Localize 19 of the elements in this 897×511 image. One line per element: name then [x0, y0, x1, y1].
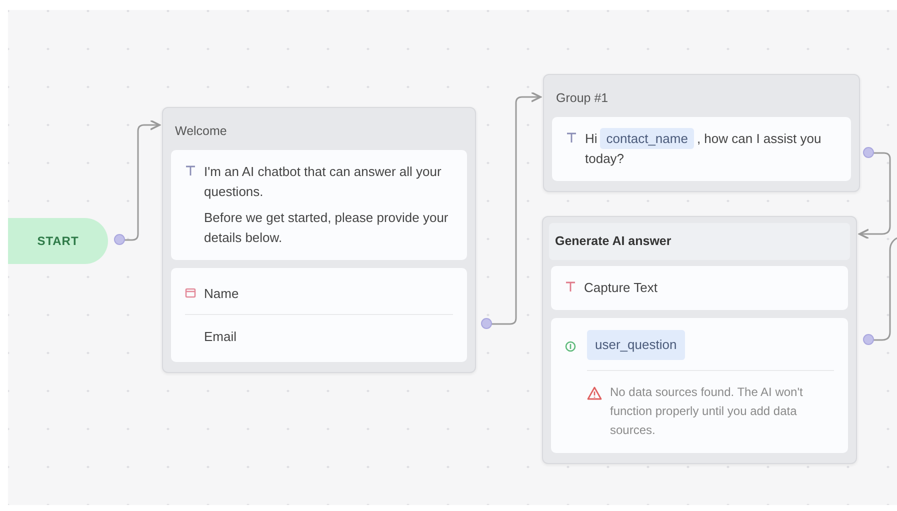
- variable-tag: user_question: [587, 330, 685, 360]
- warning-icon: [587, 386, 602, 400]
- message-text: Before we get started, please provide your details below.: [204, 209, 450, 248]
- text-icon: [185, 164, 196, 176]
- text-icon: [566, 132, 577, 143]
- node-title: Group #1: [555, 90, 610, 107]
- field-label: Email: [204, 328, 237, 346]
- start-node[interactable]: START: [8, 218, 108, 264]
- message-text: Hi contact_name , how can I assist you today?: [585, 128, 837, 170]
- warning-text: No data sources found. The AI won't function properly until you add data sources.: [610, 384, 804, 440]
- message-text: I'm an AI chatbot that can answer all your questions.: [204, 162, 442, 201]
- node-title: Welcome: [174, 123, 228, 140]
- node-title: Generate AI answer: [549, 223, 850, 260]
- field-label: Name: [204, 285, 239, 304]
- capture-label: Capture Text: [584, 278, 658, 297]
- text-icon: [565, 280, 576, 292]
- variable-tag: contact_name: [600, 128, 694, 149]
- circle-icon: [565, 340, 576, 352]
- calendar-icon: [185, 287, 196, 298]
